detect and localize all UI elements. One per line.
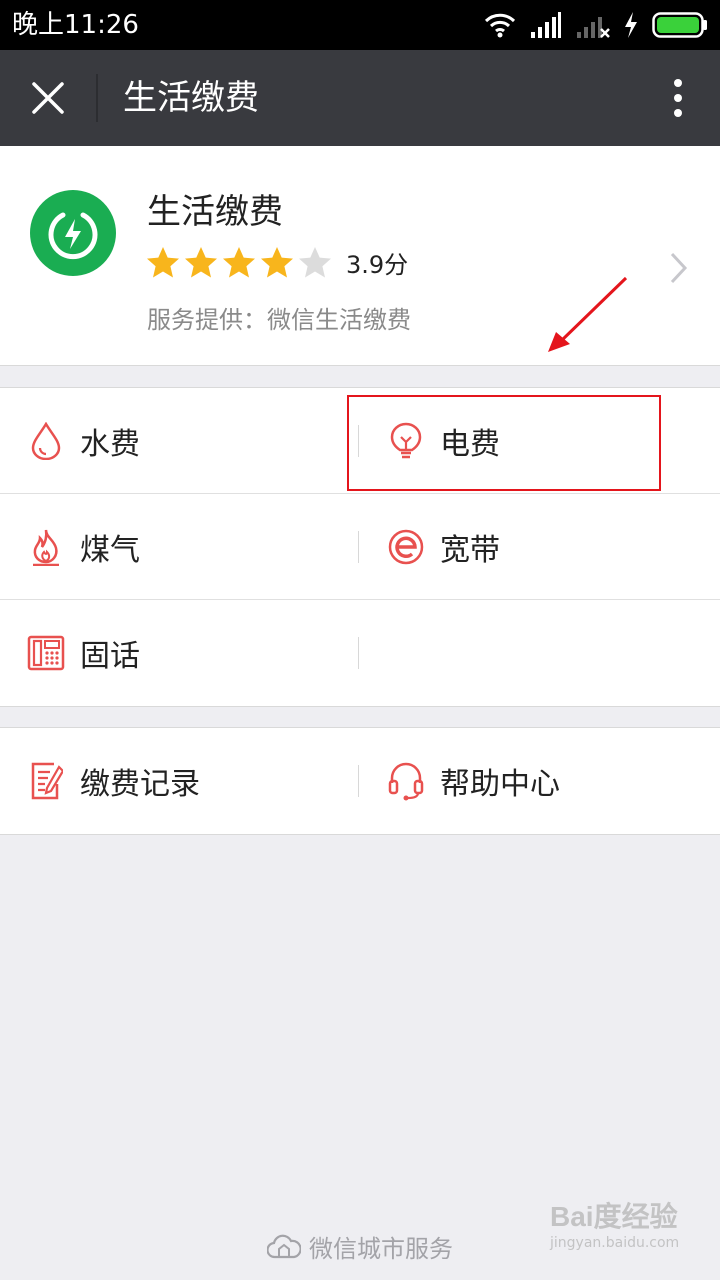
cell-divider [358, 765, 359, 797]
grid-row: 缴费记录 帮助中心 [0, 728, 720, 834]
cell-divider [358, 637, 359, 669]
close-icon [32, 82, 64, 114]
charging-icon [625, 12, 637, 38]
service-logo [30, 190, 116, 276]
status-time: 晚上11:26 [12, 10, 139, 40]
status-bar: 晚上11:26 [0, 0, 720, 50]
cloud-icon [267, 1234, 301, 1259]
cell-divider [358, 531, 359, 563]
service-name: 生活缴费 [147, 192, 283, 232]
headset-icon [386, 761, 426, 801]
star-icon [223, 246, 255, 277]
title-divider [96, 74, 98, 122]
broadband-fee-label: 宽带 [440, 533, 500, 568]
landline-phone-icon [26, 633, 66, 673]
water-fee-label: 水费 [80, 427, 140, 462]
rating-score: 3.9分 [346, 250, 409, 279]
footer-text: 微信城市服务 [309, 1234, 453, 1263]
page-title: 生活缴费 [123, 78, 259, 118]
signal-icon [531, 12, 561, 38]
water-drop-icon [26, 421, 66, 461]
star-icon [299, 246, 331, 277]
gas-fee-label: 煤气 [80, 533, 140, 568]
rating-stars [146, 246, 332, 279]
grid-row: 煤气 宽带 [0, 494, 720, 600]
grid-row: 固话 [0, 600, 720, 706]
annotation-arrow [548, 276, 628, 352]
battery-icon [652, 12, 707, 38]
baidu-jingyan-watermark: Bai度经验 jingyan.baidu.com [550, 1200, 700, 1270]
star-icon [185, 246, 217, 277]
broadband-fee-item[interactable]: 宽带 [386, 494, 686, 600]
watermark-url: jingyan.baidu.com [550, 1235, 680, 1251]
gas-fee-item[interactable]: 煤气 [26, 494, 356, 600]
landline-fee-label: 固话 [80, 639, 140, 674]
payment-records-item[interactable]: 缴费记录 [26, 728, 356, 834]
flame-icon [26, 527, 66, 567]
more-button[interactable] [666, 76, 690, 120]
close-button[interactable] [22, 72, 74, 124]
payment-records-label: 缴费记录 [80, 767, 200, 802]
star-icon [261, 246, 293, 277]
landline-fee-item[interactable]: 固话 [26, 600, 356, 706]
bottom-grid: 缴费记录 帮助中心 [0, 727, 720, 835]
wifi-icon [484, 13, 516, 38]
more-vertical-icon [674, 79, 682, 117]
help-center-item[interactable]: 帮助中心 [386, 728, 686, 834]
records-icon [26, 761, 66, 801]
status-icons [484, 10, 708, 40]
annotation-highlight-box [347, 395, 661, 491]
watermark-brand: Bai度经验 [550, 1201, 678, 1232]
no-signal-icon [577, 17, 610, 38]
lightning-power-icon [48, 212, 98, 260]
broadband-e-icon [386, 527, 426, 567]
chevron-right-icon [670, 252, 688, 284]
water-fee-item[interactable]: 水费 [26, 388, 356, 494]
star-icon [147, 246, 179, 277]
rating-row: 3.9分 [146, 242, 408, 282]
service-provider: 服务提供：微信生活缴费 [147, 306, 411, 334]
title-bar: 生活缴费 [0, 50, 720, 146]
help-center-label: 帮助中心 [440, 767, 560, 802]
